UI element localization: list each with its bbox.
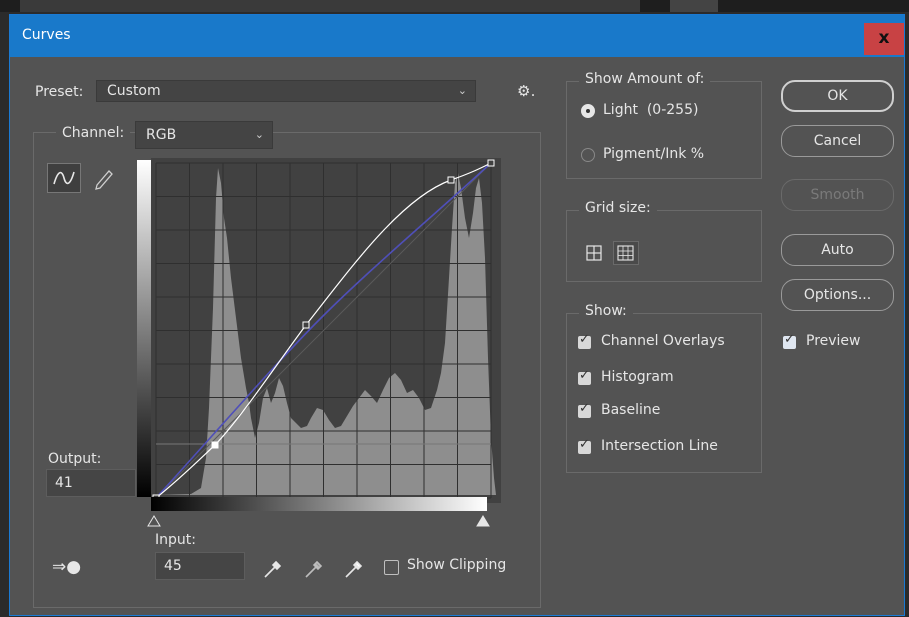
chevron-down-icon: ⌄ [254, 128, 264, 141]
options-button[interactable]: Options... [781, 279, 894, 311]
channel-value: RGB [146, 127, 177, 143]
curve-point[interactable] [487, 159, 495, 167]
channel-overlays-label[interactable]: Channel Overlays [601, 333, 725, 349]
curve-point-selected[interactable] [211, 441, 219, 449]
smooth-button: Smooth [781, 179, 894, 211]
white-point-slider[interactable] [476, 515, 490, 527]
preset-dropdown[interactable]: Custom ⌄ [96, 80, 476, 102]
channel-dropdown[interactable]: RGB ⌄ [135, 121, 273, 149]
detailed-grid-button[interactable] [613, 241, 639, 265]
pencil-icon [95, 170, 113, 190]
output-label: Output: [48, 451, 102, 467]
chevron-down-icon: ⌄ [457, 84, 467, 97]
curve-point[interactable] [447, 176, 455, 184]
background-window-tab [20, 0, 640, 12]
black-point-slider[interactable] [147, 515, 161, 527]
black-eyedropper-icon[interactable] [262, 559, 282, 579]
input-field[interactable]: 45 [155, 552, 245, 580]
show-amount-group: Show Amount of: [566, 71, 762, 179]
channel-overlays-checkbox[interactable] [578, 332, 591, 349]
curve-tool-button[interactable] [47, 163, 81, 193]
cancel-button[interactable]: Cancel [781, 125, 894, 157]
white-eyedropper-icon[interactable] [343, 559, 363, 579]
auto-button[interactable]: Auto [781, 234, 894, 266]
show-clipping-label[interactable]: Show Clipping [407, 557, 506, 573]
grid-size-legend: Grid size: [579, 200, 657, 216]
input-gradient-bar [151, 497, 487, 511]
background-window-strip [0, 0, 909, 12]
preset-label: Preset: [35, 84, 84, 100]
curve-point[interactable] [302, 321, 310, 329]
grid-10-icon [617, 245, 634, 261]
output-gradient-bar [137, 160, 151, 497]
light-label[interactable]: Light (0-255) [603, 102, 698, 118]
grid-4-icon [586, 245, 602, 261]
show-legend: Show: [579, 303, 633, 319]
baseline-label[interactable]: Baseline [601, 402, 660, 418]
intersection-line-checkbox[interactable] [578, 437, 591, 454]
pigment-label[interactable]: Pigment/Ink % [603, 146, 704, 162]
curves-dialog: Curves x Preset: Custom ⌄ ⚙․ Channel: RG… [9, 14, 905, 616]
background-window-tab [670, 0, 718, 12]
show-clipping-checkbox[interactable] [384, 560, 399, 575]
light-radio[interactable] [581, 104, 595, 118]
gray-eyedropper-icon[interactable] [303, 559, 323, 579]
histogram-label[interactable]: Histogram [601, 369, 674, 385]
preview-label[interactable]: Preview [806, 333, 861, 349]
close-button[interactable]: x [864, 23, 904, 55]
dialog-title: Curves [22, 27, 71, 43]
curves-graph[interactable] [151, 158, 501, 503]
histogram-checkbox[interactable] [578, 368, 591, 385]
pigment-radio[interactable] [581, 148, 595, 162]
preview-checkbox[interactable] [783, 332, 796, 349]
targeted-adjustment-icon[interactable]: ⇒● [52, 557, 81, 577]
intersection-line-label[interactable]: Intersection Line [601, 438, 718, 454]
show-amount-legend: Show Amount of: [579, 71, 711, 87]
input-label: Input: [155, 532, 196, 548]
preset-value: Custom [107, 83, 161, 99]
simple-grid-button[interactable] [584, 243, 604, 263]
pencil-tool-button[interactable] [92, 165, 116, 191]
baseline-checkbox[interactable] [578, 401, 591, 418]
title-bar[interactable]: Curves x [10, 15, 904, 57]
channel-label: Channel: [56, 125, 131, 141]
curve-icon [53, 171, 75, 185]
ok-button[interactable]: OK [781, 80, 894, 112]
gear-icon[interactable]: ⚙․ [517, 82, 535, 100]
output-field[interactable]: 41 [46, 469, 136, 497]
